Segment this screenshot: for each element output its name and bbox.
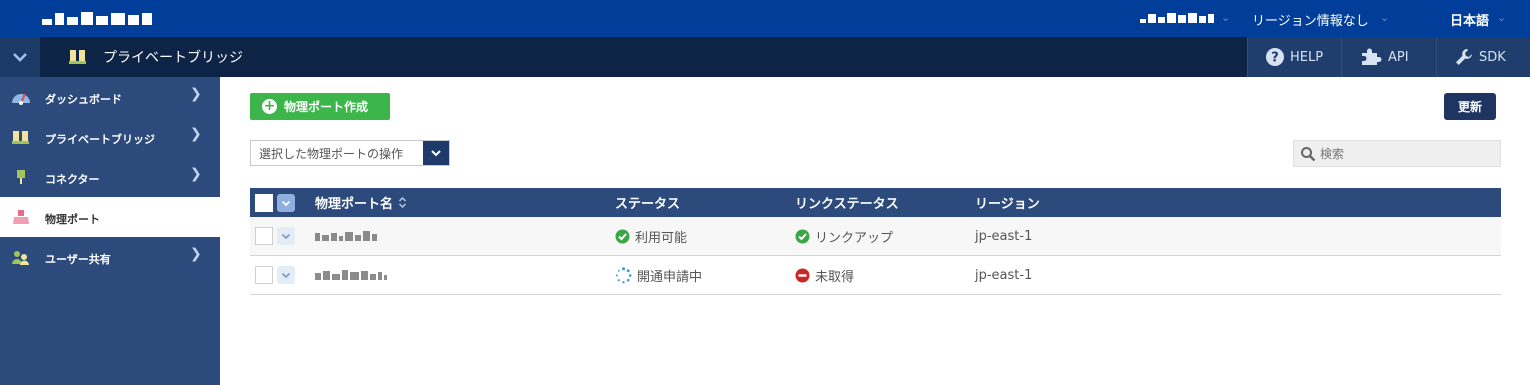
spinner-icon [615, 266, 632, 283]
row-checkbox[interactable] [255, 266, 273, 284]
sidebar-item-connector[interactable]: コネクター ❯ [0, 157, 220, 197]
column-header-link-status: リンクステータス [795, 197, 899, 212]
chevron-down-icon [281, 200, 291, 206]
service-header-bar: プライベートブリッジ ? HELP API SDK [0, 37, 1530, 77]
chevron-right-icon: ❯ [190, 86, 202, 102]
chevron-right-icon: ❯ [190, 166, 202, 182]
sdk-button[interactable]: SDK [1436, 37, 1530, 77]
top-header-bar: ⌄ リージョン情報なし ⌄ 日本語 ⌄ [0, 0, 1530, 37]
link-status-cell: 未取得 [795, 256, 854, 294]
no-entry-icon [795, 268, 810, 282]
column-header-label: 物理ポート名 [315, 197, 394, 212]
port-name-redacted[interactable] [315, 256, 387, 294]
language-selector[interactable]: 日本語 [1450, 10, 1489, 29]
brand-logo[interactable] [42, 11, 152, 25]
chevron-down-icon [13, 53, 27, 62]
physical-port-table: 物理ポート名 ステータス リンクステータス リージョン 利用可能 リンクアップ … [250, 188, 1501, 295]
physical-port-icon [13, 210, 29, 224]
table-header: 物理ポート名 ステータス リンクステータス リージョン [250, 188, 1501, 217]
status-cell: 利用可能 [615, 217, 687, 255]
region-chevron-down-icon[interactable]: ⌄ [1380, 11, 1389, 24]
region-selector[interactable]: リージョン情報なし [1252, 10, 1369, 29]
header-actions-dropdown[interactable] [277, 194, 295, 212]
sidebar-item-physical-port[interactable]: 物理ポート [0, 197, 220, 237]
menu-toggle-button[interactable] [0, 37, 40, 77]
api-label: API [1388, 49, 1409, 65]
wrench-icon [1456, 49, 1472, 65]
svg-text:?: ? [1271, 51, 1279, 66]
status-text: 開通申請中 [637, 269, 703, 285]
help-button[interactable]: ? HELP [1247, 37, 1341, 77]
chevron-right-icon: ❯ [190, 246, 202, 262]
link-status-cell: リンクアップ [795, 217, 893, 255]
help-label: HELP [1290, 49, 1324, 65]
search-input[interactable] [1320, 146, 1490, 161]
search-box[interactable] [1293, 140, 1501, 167]
sidebar-item-label: ダッシュボード [45, 93, 122, 106]
sort-icon[interactable] [398, 196, 407, 209]
region-cell: jp-east-1 [975, 228, 1033, 244]
port-name-redacted[interactable] [315, 217, 377, 255]
bulk-action-select[interactable]: 選択した物理ポートの操作 [250, 140, 450, 166]
region-cell: jp-east-1 [975, 267, 1033, 283]
column-header-status: ステータス [615, 197, 681, 212]
sidebar-item-user-share[interactable]: ユーザー共有 ❯ [0, 237, 220, 277]
table-row[interactable]: 開通申請中 未取得 jp-east-1 [250, 256, 1501, 295]
language-chevron-down-icon[interactable]: ⌄ [1497, 11, 1506, 24]
sidebar-item-label: コネクター [45, 173, 100, 186]
sidebar-item-label: プライベートブリッジ [45, 133, 155, 146]
sidebar-item-private-bridge[interactable]: プライベートブリッジ ❯ [0, 117, 220, 157]
service-title: プライベートブリッジ [103, 50, 243, 66]
table-row[interactable]: 利用可能 リンクアップ jp-east-1 [250, 217, 1501, 256]
chevron-down-icon [281, 233, 291, 239]
api-button[interactable]: API [1341, 37, 1436, 77]
dashboard-icon [12, 93, 30, 105]
row-checkbox[interactable] [255, 227, 273, 245]
check-icon [795, 229, 810, 243]
link-status-text: リンクアップ [815, 230, 894, 246]
link-status-text: 未取得 [815, 269, 855, 285]
question-circle-icon: ? [1266, 48, 1284, 66]
plus-circle-icon: + [262, 98, 277, 114]
status-text: 利用可能 [635, 230, 688, 246]
search-icon [1301, 146, 1316, 161]
create-button-label: 物理ポート作成 [284, 100, 369, 114]
puzzle-icon [1362, 48, 1382, 65]
column-header-region: リージョン [975, 197, 1040, 212]
sdk-label: SDK [1479, 49, 1506, 65]
account-name-redacted[interactable] [1140, 12, 1214, 23]
select-all-checkbox[interactable] [255, 194, 273, 212]
status-cell: 開通申請中 [615, 256, 702, 294]
column-header-name[interactable]: 物理ポート名 [315, 188, 407, 217]
row-actions-dropdown[interactable] [277, 266, 295, 284]
row-actions-dropdown[interactable] [277, 227, 295, 245]
sidebar-item-dashboard[interactable]: ダッシュボード ❯ [0, 77, 220, 117]
user-share-icon [12, 251, 29, 265]
chevron-down-icon[interactable] [423, 141, 449, 165]
connector-icon [17, 170, 25, 184]
chevron-down-icon [281, 272, 291, 278]
sidebar: ダッシュボード ❯ プライベートブリッジ ❯ コネクター ❯ 物理ポート ユーザ… [0, 77, 220, 385]
sidebar-item-label: 物理ポート [45, 213, 100, 226]
bulk-action-label: 選択した物理ポートの操作 [259, 146, 404, 161]
bridge-icon [12, 131, 29, 144]
sidebar-item-label: ユーザー共有 [45, 253, 111, 266]
bridge-icon [69, 50, 86, 64]
create-physical-port-button[interactable]: + 物理ポート作成 [250, 93, 390, 120]
chevron-right-icon: ❯ [190, 126, 202, 142]
account-chevron-down-icon[interactable]: ⌄ [1221, 11, 1230, 24]
check-icon [615, 229, 630, 243]
refresh-button[interactable]: 更新 [1444, 93, 1496, 120]
